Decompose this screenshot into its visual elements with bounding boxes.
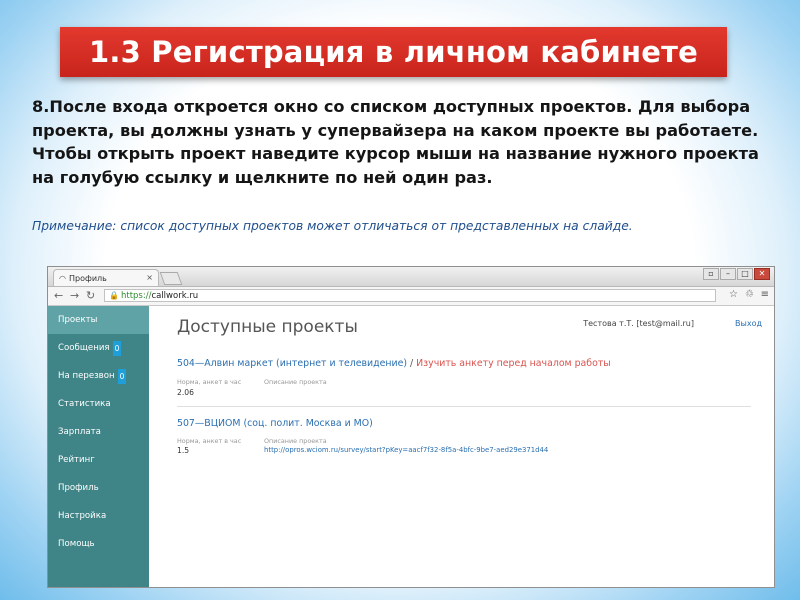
close-window-icon[interactable]: ✕ [754,268,770,280]
callback-count-badge: 0 [117,368,127,384]
close-tab-icon[interactable]: × [146,273,153,282]
project-link-507[interactable]: 507—ВЦИОМ (соц. полит. Москва и МО) [177,418,373,429]
sidebar-item-salary[interactable]: Зарплата [48,418,149,446]
tab-title: Профиль [68,273,107,283]
sidebar-item-messages[interactable]: Сообщения 0 [48,334,149,362]
back-icon[interactable]: ← [54,289,63,302]
project-title-507: 507—ВЦИОМ (соц. полит. Москва и МО) [177,418,373,429]
sidebar-item-label: Проекты [58,315,98,325]
window-controls: ▫ – □ ✕ [703,268,770,280]
user-icon[interactable]: ▫ [703,268,719,280]
tab-profile[interactable]: ◠ Профиль × [53,269,159,286]
sidebar-item-profile[interactable]: Профиль [48,474,149,502]
instruction-paragraph-2: Чтобы открыть проект наведите курсор мыш… [32,144,759,187]
note-text: Примечание: список доступных проектов мо… [32,219,633,233]
sidebar-item-label: Рейтинг [58,455,95,465]
sidebar-item-label: Настройка [58,511,107,521]
url-scheme: https:// [120,290,152,301]
project-description-link[interactable]: http://opros.wciom.ru/survey/start?pKey=… [264,446,548,454]
tab-strip: ◠ Профиль × ▫ – □ ✕ [48,267,774,287]
user-info: Тестова т.Т. [test@mail.ru] [583,319,694,328]
sidebar-item-projects[interactable]: Проекты [48,306,149,334]
survey-link[interactable]: Изучить анкету перед началом работы [416,358,611,369]
sidebar: Проекты Сообщения 0 На перезвон 0 Статис… [48,306,149,587]
extension-icon[interactable]: ♲ [745,289,754,300]
sidebar-item-label: Статистика [58,399,111,409]
page-title: Доступные проекты [177,317,358,337]
maximize-icon[interactable]: □ [737,268,753,280]
address-bar[interactable]: 🔒 https://callwork.ru [104,289,716,302]
project-divider [177,406,751,407]
menu-icon[interactable]: ≡ [761,289,769,300]
instruction-paragraph-1: 8.После входа откроется окно со списком … [32,97,759,140]
main-content: Доступные проекты Тестова т.Т. [test@mai… [149,306,774,587]
instruction-text: 8.После входа откроется окно со списком … [32,95,782,189]
description-label: Описание проекта [264,378,327,386]
messages-count-badge: 0 [112,340,122,356]
star-icon[interactable]: ☆ [729,289,738,300]
lock-icon: 🔒 [109,291,119,300]
sidebar-item-callback[interactable]: На перезвон 0 [48,362,149,390]
project-title-504: 504—Алвин маркет (интернет и телевидение… [177,358,611,369]
project-link-504[interactable]: 504—Алвин маркет (интернет и телевидение… [177,358,407,369]
sidebar-item-label: Зарплата [58,427,101,437]
sidebar-item-label: Профиль [58,483,99,493]
sidebar-item-label: Помощь [58,539,95,549]
browser-toolbar: ← → ↻ 🔒 https://callwork.ru ☆ ♲ ≡ [48,287,774,306]
url-domain: callwork.ru [151,290,199,301]
sidebar-item-rating[interactable]: Рейтинг [48,446,149,474]
norm-label: Норма, анкет в час [177,378,242,386]
sidebar-item-label: На перезвон [58,371,115,381]
new-tab-button[interactable] [159,272,183,285]
norm-value: 2.06 [177,388,194,397]
sidebar-item-help[interactable]: Помощь [48,530,149,558]
norm-label: Норма, анкет в час [177,437,242,445]
loading-icon: ◠ [59,273,66,283]
forward-icon[interactable]: → [70,289,79,302]
logout-link[interactable]: Выход [735,319,762,328]
slide-title: 1.3 Регистрация в личном кабинете [60,27,727,77]
reload-icon[interactable]: ↻ [86,289,95,302]
browser-window: ◠ Профиль × ▫ – □ ✕ ← → ↻ 🔒 https://call… [47,266,775,588]
sidebar-item-label: Сообщения [58,343,110,353]
description-label: Описание проекта [264,437,327,445]
sidebar-item-settings[interactable]: Настройка [48,502,149,530]
minimize-icon[interactable]: – [720,268,736,280]
norm-value: 1.5 [177,446,190,455]
sidebar-item-statistics[interactable]: Статистика [48,390,149,418]
project-separator: / [407,358,417,369]
